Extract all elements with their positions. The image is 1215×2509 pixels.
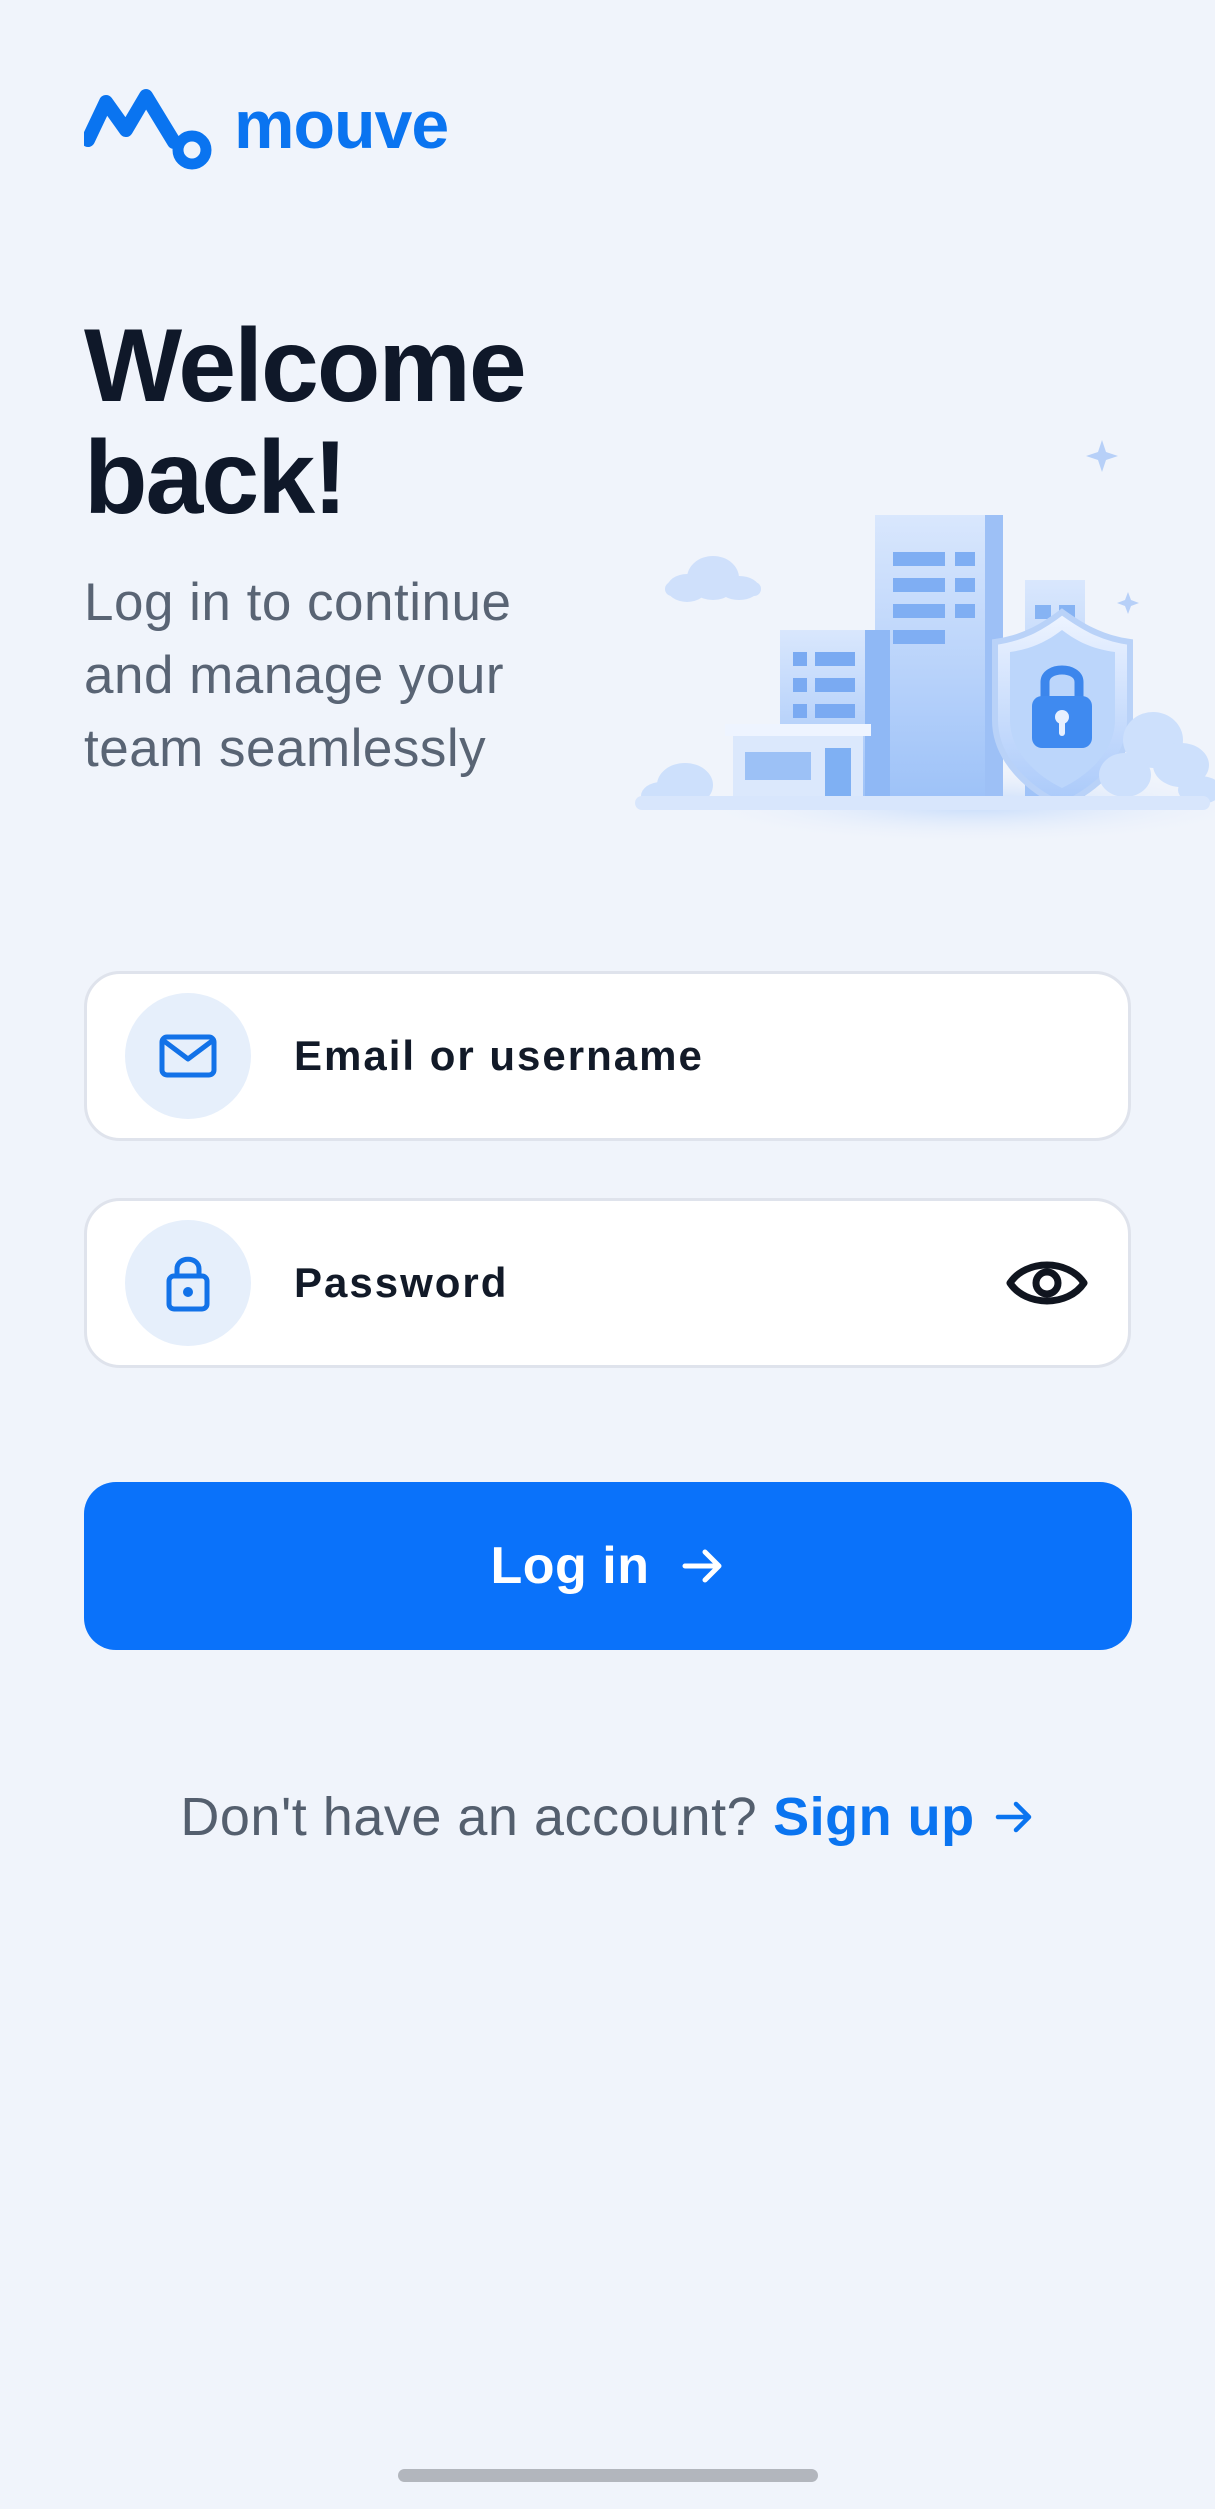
login-button[interactable]: Log in	[84, 1482, 1132, 1650]
email-field-label: Email or username	[294, 1032, 704, 1079]
home-indicator[interactable]	[398, 2469, 818, 2482]
mail-icon	[125, 993, 251, 1119]
arrow-right-icon	[995, 1801, 1031, 1833]
signup-link[interactable]: Sign up	[773, 1786, 1034, 1848]
login-button-label: Log in	[490, 1537, 650, 1595]
password-field[interactable]: Password	[84, 1198, 1131, 1368]
signup-link-label: Sign up	[773, 1787, 975, 1847]
lock-icon	[125, 1220, 251, 1346]
brand-logo: mouve	[84, 80, 449, 170]
page-subtitle: Log in to continue and manage your team …	[84, 573, 512, 778]
secure-buildings-illustration	[625, 420, 1215, 850]
signup-prompt: Don't have an account? Sign up	[0, 1786, 1215, 1848]
page-title: Welcome back!	[84, 308, 527, 536]
password-field-label: Password	[294, 1259, 509, 1306]
mouve-logo-icon	[84, 89, 212, 170]
arrow-right-icon	[682, 1549, 722, 1583]
signup-prompt-text: Don't have an account?	[180, 1787, 758, 1847]
brand-name: mouve	[234, 87, 449, 163]
email-field[interactable]: Email or username	[84, 971, 1131, 1141]
eye-icon[interactable]	[1006, 1253, 1088, 1313]
